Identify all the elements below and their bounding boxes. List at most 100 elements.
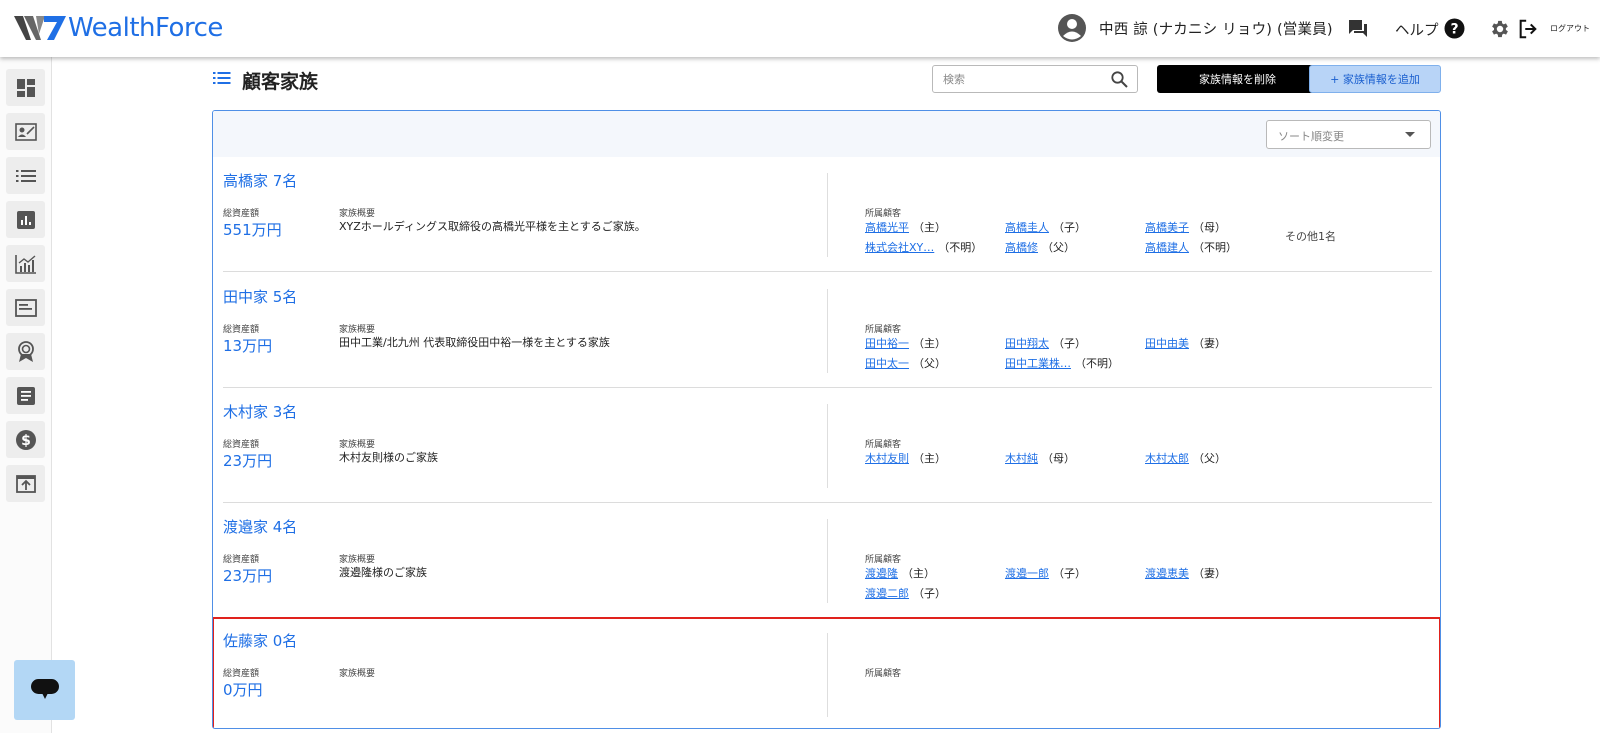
sidebar-item-award[interactable] <box>6 333 45 370</box>
member-link[interactable]: 田中由美 <box>1145 337 1189 350</box>
account-circle-icon <box>1058 14 1086 42</box>
list-icon <box>213 72 231 84</box>
chat-bubbles-icon[interactable] <box>1347 19 1369 39</box>
family-summary-label: 家族概要 <box>339 669 376 679</box>
others-count: その他1名 <box>1285 230 1336 243</box>
total-assets-label: 総資産額 <box>223 325 260 335</box>
total-assets-value: 551万円 <box>223 221 282 239</box>
column-divider <box>827 519 828 603</box>
total-assets-value: 13万円 <box>223 337 273 355</box>
chat-fab-button[interactable] <box>14 660 75 720</box>
member-link[interactable]: 渡邉隆 <box>865 567 898 580</box>
sidebar-item-report[interactable] <box>6 201 45 238</box>
member-relation: （父） <box>913 357 946 370</box>
total-assets-value: 23万円 <box>223 452 273 470</box>
award-icon <box>17 340 34 362</box>
family-name-link[interactable]: 渡邉家 4名 <box>223 516 297 537</box>
sort-label: ソート順変更 <box>1278 130 1344 143</box>
column-divider <box>827 173 828 257</box>
member-link[interactable]: 木村友則 <box>865 452 909 465</box>
member-link[interactable]: 高橋建人 <box>1145 241 1189 254</box>
family-summary-text: XYZホールディングス取締役の高橋光平様を主とするご家族。 <box>339 220 646 233</box>
customer-card-icon <box>14 122 37 141</box>
total-assets-label: 総資産額 <box>223 669 260 679</box>
member-relation: （主） <box>913 221 946 234</box>
member-link[interactable]: 渡邉二郎 <box>865 587 909 600</box>
add-family-button[interactable]: + 家族情報を追加 <box>1309 65 1441 93</box>
member-link[interactable]: 高橋美子 <box>1145 221 1189 234</box>
member-link[interactable]: 田中翔太 <box>1005 337 1049 350</box>
logo-text: WealthForce <box>68 13 223 43</box>
dollar-icon: $ <box>15 429 36 450</box>
member-item: 木村太郎 （父） <box>1145 450 1226 466</box>
family-list-panel: ソート順変更 高橋家 7名総資産額 551万円家族概要 XYZホールディングス取締役… <box>212 110 1441 729</box>
help-circle-icon[interactable]: ? <box>1444 18 1465 39</box>
dashboard-icon <box>16 78 35 97</box>
member-item: 田中翔太 （子） <box>1005 335 1086 351</box>
member-link[interactable]: 渡邉一郎 <box>1005 567 1049 580</box>
family-row[interactable]: 佐藤家 0名 総資産額 0万円 家族概要 所属顧客 <box>213 617 1440 728</box>
family-row[interactable]: 渡邉家 4名 総資産額 23万円 家族概要 渡邉隆様のご家族 所属顧客 渡邉隆 （主） 渡邉一郎… <box>223 503 1432 618</box>
member-relation: （主） <box>913 337 946 350</box>
member-link[interactable]: 木村太郎 <box>1145 452 1189 465</box>
gear-icon[interactable] <box>1489 18 1511 40</box>
family-row[interactable]: 高橋家 7名 総資産額 551万円 家族概要 XYZホールディングス取締役の高橋光平様を… <box>223 157 1432 272</box>
logout-icon[interactable] <box>1517 18 1539 40</box>
family-row[interactable]: 田中家 5名 総資産額 13万円 家族概要 田中工業/北九州 代表取締役田中裕一様を主と… <box>223 273 1432 388</box>
chevron-down-icon <box>1405 132 1415 137</box>
column-divider <box>827 633 828 717</box>
sidebar-item-dashboard[interactable] <box>6 69 45 106</box>
member-link[interactable]: 高橋修 <box>1005 241 1038 254</box>
member-link[interactable]: 田中工業株… <box>1005 357 1071 370</box>
search-input[interactable] <box>943 71 1103 88</box>
sidebar-item-list[interactable] <box>6 157 45 194</box>
wealthforce-logo[interactable]: WealthForce <box>14 12 223 44</box>
svg-text:$: $ <box>21 433 31 449</box>
sidebar-item-analytics[interactable] <box>6 245 45 282</box>
search-box[interactable] <box>932 65 1138 93</box>
member-link[interactable]: 田中裕一 <box>865 337 909 350</box>
member-link[interactable]: 田中太一 <box>865 357 909 370</box>
total-assets-value: 23万円 <box>223 567 273 585</box>
member-item: 田中由美 （妻） <box>1145 335 1226 351</box>
list-icon <box>15 169 36 182</box>
member-item: 木村友則 （主） <box>865 450 946 466</box>
member-relation: （子） <box>1053 337 1086 350</box>
member-link[interactable]: 高橋圭人 <box>1005 221 1049 234</box>
app-header: WealthForce 中西 諒 (ナカニシ リョウ) (営業員) ヘルプ ? … <box>0 0 1600 57</box>
family-name-link[interactable]: 木村家 3名 <box>223 401 297 422</box>
member-link[interactable]: 高橋光平 <box>865 221 909 234</box>
member-relation: （子） <box>1053 567 1086 580</box>
user-menu[interactable]: 中西 諒 (ナカニシ リョウ) (営業員) <box>1057 13 1333 43</box>
members-grid: 渡邉隆 （主） 渡邉一郎 （子） 渡邉恵美 （妻） 渡邉二郎 （子） <box>865 562 1425 607</box>
member-relation: （父） <box>1193 452 1226 465</box>
member-item: 渡邉二郎 （子） <box>865 585 946 601</box>
family-name-link[interactable]: 佐藤家 0名 <box>223 630 297 651</box>
sidebar-item-finance[interactable]: $ <box>6 421 45 458</box>
total-assets-label: 総資産額 <box>223 555 260 565</box>
member-link[interactable]: 渡邉恵美 <box>1145 567 1189 580</box>
delete-family-button[interactable]: 家族情報を削除 <box>1157 65 1318 93</box>
document-window-icon <box>14 298 37 317</box>
logo-mark-icon <box>14 16 66 40</box>
total-assets-label: 総資産額 <box>223 209 260 219</box>
help-link[interactable]: ヘルプ <box>1395 19 1439 40</box>
sort-select[interactable]: ソート順変更 <box>1266 120 1431 149</box>
page-title: 顧客家族 <box>242 71 319 93</box>
member-relation: （主） <box>902 567 935 580</box>
sidebar-item-notes[interactable] <box>6 377 45 414</box>
member-item: 田中裕一 （主） <box>865 335 946 351</box>
member-item: 田中工業株… （不明） <box>1005 355 1119 371</box>
sidebar-item-customer[interactable] <box>6 113 45 150</box>
sidebar-item-upload[interactable] <box>6 465 45 502</box>
member-item: 田中太一 （父） <box>865 355 946 371</box>
sidebar-item-document[interactable] <box>6 289 45 326</box>
family-name-link[interactable]: 高橋家 7名 <box>223 170 297 191</box>
member-link[interactable]: 木村純 <box>1005 452 1038 465</box>
family-row[interactable]: 木村家 3名 総資産額 23万円 家族概要 木村友則様のご家族 所属顧客 木村友則 （主） 木村… <box>223 388 1432 503</box>
member-link[interactable]: 株式会社XY… <box>865 241 934 254</box>
family-name-link[interactable]: 田中家 5名 <box>223 286 297 307</box>
search-icon[interactable] <box>1111 71 1128 88</box>
panel-toolbar: ソート順変更 <box>213 111 1440 157</box>
logout-link[interactable]: ログアウト <box>1550 23 1590 34</box>
